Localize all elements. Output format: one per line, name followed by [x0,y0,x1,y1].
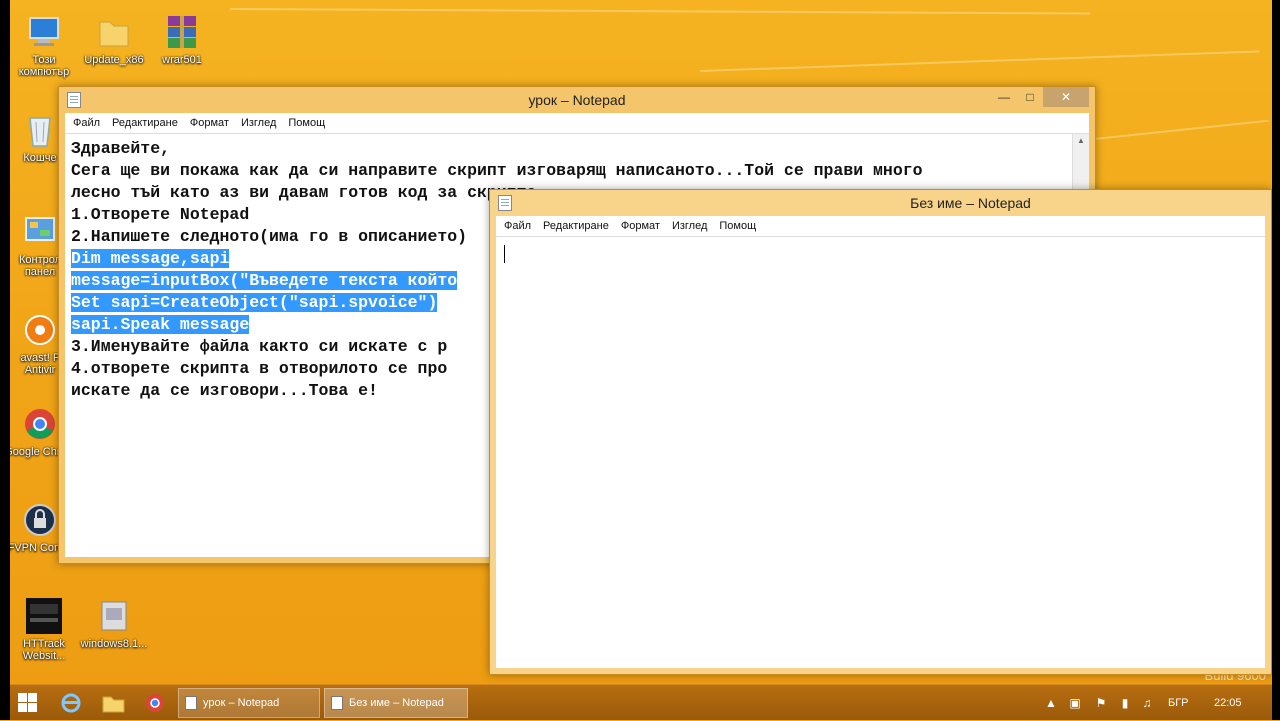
scroll-up-icon[interactable]: ▲ [1077,136,1085,145]
chrome-taskbar-icon[interactable] [142,691,168,715]
taskbar-item-label: урок – Notepad [203,697,280,709]
desktop: Този компютър Update_x86 wrar501 Кошче К… [0,0,1280,684]
menu-edit[interactable]: Редактиране [106,113,184,133]
desktop-icon-update[interactable]: Update_x86 [78,12,150,66]
window-title: Без име – Notepad [910,195,1031,211]
desktop-icon-httrack[interactable]: HTTrack Websit... [8,596,80,662]
menu-format[interactable]: Формат [184,113,235,133]
window-controls: — □ ✕ [991,87,1089,107]
text-editor[interactable] [496,236,1265,668]
show-hidden-icons-icon[interactable]: ▲ [1044,696,1058,710]
text-line: 1.Отворете Notepad [71,205,250,224]
selected-line: message=inputBox("Въведете текста който [71,271,458,290]
text-line: 3.Именувайте файла както си искате с р [71,337,448,356]
text-line: лесно тъй като аз ви давам готов код за … [71,183,547,202]
desktop-icon-label: wrar501 [162,54,202,66]
notepad-icon [498,195,512,211]
volume-icon[interactable]: ♫ [1140,696,1154,710]
taskbar-item-untitled[interactable]: Без име – Notepad [324,688,468,718]
httrack-icon [24,596,64,636]
file-explorer-icon[interactable] [100,691,126,715]
desktop-icon-label: windows8.1... [80,638,148,650]
menu-view[interactable]: Изглед [666,216,713,236]
maximize-button[interactable]: □ [1017,87,1043,107]
text-line: 4.отворете скрипта в отворилото се про [71,359,448,378]
chrome-icon [20,404,60,444]
menu-file[interactable]: Файл [498,216,537,236]
tray-app-icon[interactable]: ▣ [1068,696,1082,710]
menu-view[interactable]: Изглед [235,113,282,133]
titlebar[interactable]: урок – Notepad — □ ✕ [59,87,1095,113]
recycle-bin-icon [20,110,60,150]
network-icon[interactable]: ▮ [1118,696,1132,710]
notepad-icon [185,696,197,710]
menu-format[interactable]: Формат [615,216,666,236]
menu-file[interactable]: Файл [67,113,106,133]
archive-icon [94,596,134,636]
selected-line: Dim message,sapi [71,249,230,268]
menu-help[interactable]: Помощ [282,113,331,133]
avast-icon [20,310,60,350]
internet-explorer-icon[interactable] [58,691,84,715]
notepad-window-untitled[interactable]: Без име – Notepad Файл Редактиране Форма… [489,189,1272,675]
titlebar[interactable]: Без име – Notepad [490,190,1271,216]
folder-icon [94,12,134,52]
desktop-icon-this-pc[interactable]: Този компютър [8,12,80,78]
letterbox-right [1272,0,1280,720]
taskbar-item-label: Без име – Notepad [349,697,444,709]
minimize-button[interactable]: — [991,87,1017,107]
desktop-icon-windows8[interactable]: windows8.1... [78,596,150,650]
text-caret [504,245,505,263]
text-line: Сега ще ви покажа как да си направите ск… [71,161,923,180]
start-button[interactable] [18,693,38,713]
wallpaper-streak [699,50,1260,72]
taskbar-item-lesson[interactable]: урок – Notepad [178,688,320,718]
desktop-icon-wrar[interactable]: wrar501 [146,12,218,66]
selected-line: Set sapi=CreateObject("sapi.spvoice") [71,293,438,312]
text-line: 2.Напишете следното(има го в описанието) [71,227,468,246]
window-title: урок – Notepad [528,92,626,108]
selected-line: sapi.Speak message [71,315,250,334]
menu-edit[interactable]: Редактиране [537,216,615,236]
control-panel-icon [20,212,60,252]
computer-icon [24,12,64,52]
menubar: Файл Редактиране Формат Изглед Помощ [65,113,1089,133]
vpn-icon [20,500,60,540]
action-center-icon[interactable]: ⚑ [1094,696,1108,710]
text-line: искате да се изговори...Това е! [71,381,378,400]
desktop-icon-label: HTTrack Websit... [22,638,66,662]
taskbar: урок – Notepad Без име – Notepad ▲ ▣ ⚑ ▮… [0,684,1280,720]
notepad-icon [331,696,343,710]
desktop-icon-label: Този компютър [18,54,70,78]
winrar-icon [162,12,202,52]
desktop-icon-label: Update_x86 [84,54,144,66]
close-button[interactable]: ✕ [1043,87,1089,107]
letterbox-left [0,0,10,720]
wallpaper-streak [229,8,1090,15]
menu-help[interactable]: Помощ [713,216,762,236]
menubar: Файл Редактиране Формат Изглед Помощ [496,216,1265,236]
clock[interactable]: 22:05 [1214,685,1242,721]
text-line: Здравейте, [71,139,171,158]
language-indicator[interactable]: БГР [1168,685,1189,721]
